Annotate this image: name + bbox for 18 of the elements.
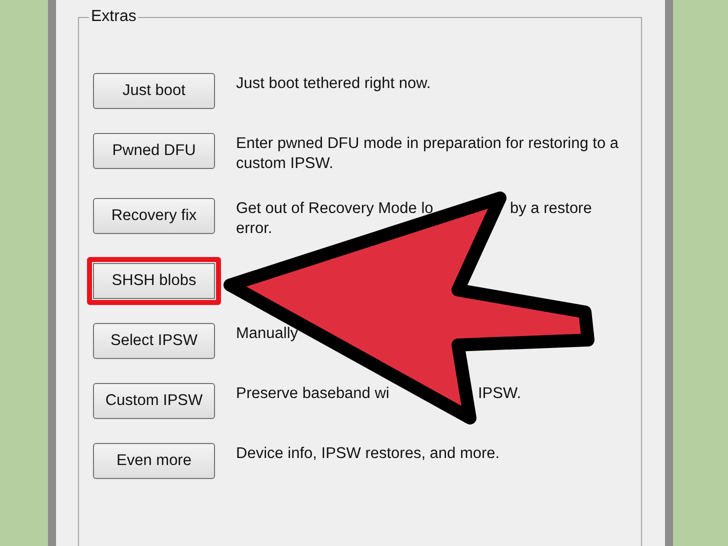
option-description: by a restore xyxy=(510,199,593,219)
option-description: Get out of Recovery Mode lo xyxy=(236,199,434,219)
option-button[interactable]: SHSH blobs xyxy=(87,257,221,305)
option-button[interactable]: Pwned DFU xyxy=(93,133,215,169)
option-description: Enter pwned DFU mode in preparation for restoring to a xyxy=(236,134,620,154)
option-description: IPSW. xyxy=(478,384,522,404)
option-description: custom IPSW. xyxy=(236,154,334,174)
option-description: error. xyxy=(236,219,274,239)
group-title: Extras xyxy=(90,9,138,25)
option-description: Preserve baseband wi xyxy=(236,384,390,404)
option-button[interactable]: Select IPSW xyxy=(93,323,215,359)
option-button[interactable]: Even more xyxy=(93,443,215,479)
option-button[interactable]: Recovery fix xyxy=(93,198,215,234)
option-button[interactable]: Custom IPSW xyxy=(93,383,215,419)
option-description: Manually xyxy=(236,324,300,344)
option-description: Device info, IPSW restores, and more. xyxy=(236,444,501,464)
option-button[interactable]: Just boot xyxy=(93,73,215,109)
option-description: Just boot tethered right now. xyxy=(236,74,432,94)
